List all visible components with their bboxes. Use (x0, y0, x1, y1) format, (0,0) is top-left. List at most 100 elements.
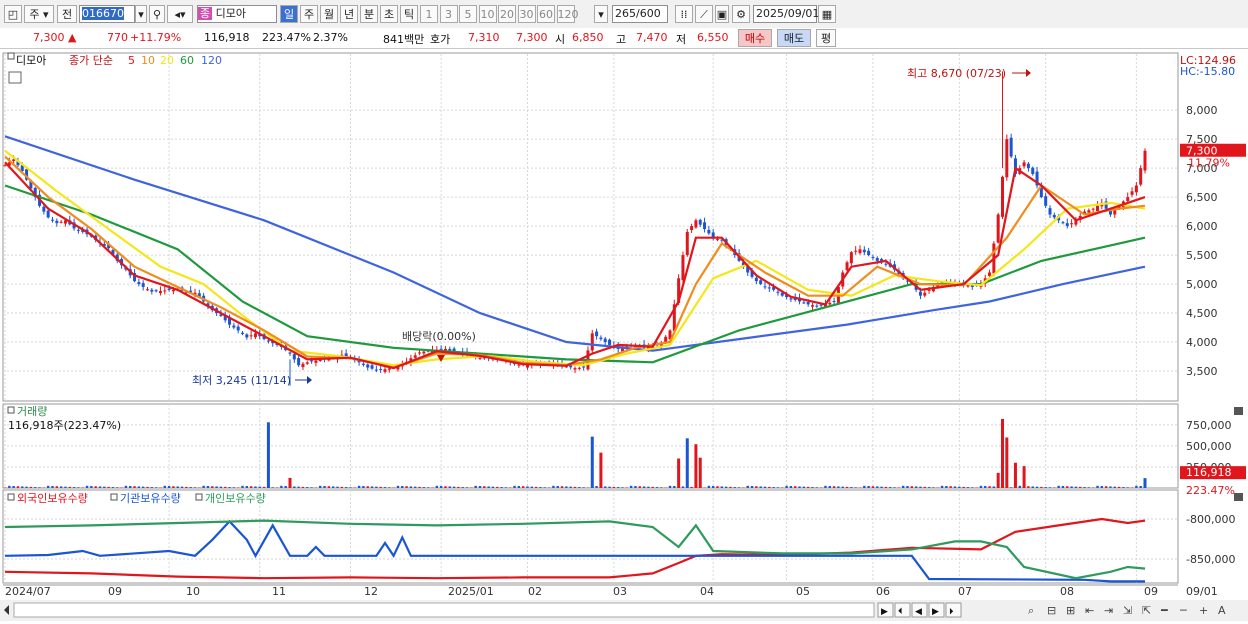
volume-bar (1074, 486, 1078, 488)
volume-bar (129, 486, 132, 488)
period-3[interactable]: 년 (340, 5, 358, 23)
volume-bar (426, 487, 430, 488)
volume-bar (1009, 487, 1013, 488)
prev-button[interactable]: 전 (57, 5, 77, 23)
volume-bar (660, 487, 663, 488)
volume-bar (897, 487, 901, 488)
volume-bar (863, 485, 866, 488)
code-input[interactable]: 016670 (79, 5, 135, 23)
stock-name-field[interactable]: 종 디모아 (197, 5, 277, 23)
search-icon[interactable]: ⚲ (149, 5, 165, 23)
interval-1[interactable]: 1 (420, 5, 438, 23)
volume-title: 거래량 (17, 405, 47, 418)
market-select[interactable]: 주 ▾ (24, 5, 54, 23)
volume-bar (1109, 486, 1112, 488)
volume-bar (314, 487, 318, 488)
candle-body (966, 285, 970, 287)
candle-body (163, 290, 167, 292)
volume-bar (422, 487, 426, 488)
candle-body (154, 290, 158, 292)
interval-120[interactable]: 120 (556, 5, 579, 23)
volume-bar (189, 487, 192, 488)
volume-bar (664, 487, 667, 488)
volume-bar (647, 486, 650, 488)
volume-bar (802, 486, 806, 488)
interval-30[interactable]: 30 (517, 5, 536, 23)
toolbar: ◰ 주 ▾ 전 016670 ▾ ⚲ ◂▾ 종 디모아 일주월년분초틱 1351… (0, 0, 1248, 29)
volume-bar (3, 487, 7, 488)
buy-button[interactable]: 매수 (738, 29, 772, 47)
interval-60[interactable]: 60 (537, 5, 555, 23)
interval-dropdown-icon[interactable]: ▾ (594, 5, 608, 23)
candle-body (42, 206, 46, 212)
volume-bar (975, 487, 978, 488)
interval-20[interactable]: 20 (498, 5, 516, 23)
volume-bar (1126, 487, 1129, 488)
volume-bar (534, 486, 538, 488)
volume-bar (401, 486, 404, 488)
volume-bar (275, 487, 279, 488)
volume-bar (172, 486, 175, 488)
candle-body (590, 333, 594, 351)
save-icon[interactable]: ▣ (715, 5, 729, 23)
interval-10[interactable]: 10 (478, 5, 497, 23)
period-1[interactable]: 주 (300, 5, 318, 23)
volume-bar (141, 486, 145, 488)
zoom-tool-icon: ⇥ (1104, 604, 1113, 617)
candle-body (849, 252, 853, 264)
candle-body (137, 282, 141, 285)
volume-bar (509, 487, 512, 488)
x-axis-label: 03 (613, 585, 627, 598)
code-dropdown-icon[interactable]: ▾ (135, 5, 147, 23)
volume-bar (621, 487, 624, 488)
speaker-icon[interactable]: ◂▾ (167, 5, 193, 23)
eval-button[interactable]: 평 (816, 29, 836, 47)
price-tick-label: 8,000 (1186, 104, 1218, 117)
period-5[interactable]: 초 (380, 5, 398, 23)
volume-bar (932, 487, 935, 488)
volume-bar (349, 487, 352, 488)
candle-body (871, 256, 875, 258)
code-text: 016670 (82, 7, 124, 20)
gear-icon[interactable]: ⚙ (732, 5, 750, 23)
volume-bar (107, 486, 110, 488)
volume-bar (1053, 487, 1056, 488)
period-2[interactable]: 월 (320, 5, 338, 23)
candle-body (716, 239, 719, 241)
draw-line-icon[interactable]: ⟋ (695, 5, 713, 23)
calendar-icon[interactable]: ▦ (818, 5, 836, 23)
volume-bar (496, 486, 499, 488)
volume-bar (867, 486, 870, 488)
volume-bar (224, 486, 227, 488)
candle-body (318, 360, 322, 362)
volume-bar (521, 486, 525, 488)
volume-bar (906, 486, 909, 488)
candle-body (1134, 185, 1138, 193)
sell-button[interactable]: 매도 (777, 29, 811, 47)
period-0[interactable]: 일 (280, 5, 298, 23)
volume-bar (919, 486, 922, 488)
investor-legend-2: 개인보유수량 (205, 492, 266, 505)
candle-body (776, 291, 780, 293)
chart-type-icon[interactable]: ⁞⁞ (675, 5, 693, 23)
interval-5[interactable]: 5 (459, 5, 477, 23)
count-field[interactable]: 265/600 (612, 5, 668, 23)
window-menu-icon[interactable]: ◰ (4, 5, 22, 23)
x-axis-label: 09/01 (1186, 585, 1218, 598)
candle-body (1113, 210, 1117, 215)
stock-chart[interactable]: 3,5004,0004,5005,0005,5006,0006,5007,000… (0, 50, 1248, 621)
volume-bar (832, 486, 836, 488)
volume-bar (837, 486, 840, 488)
candle-body (573, 368, 577, 370)
high-label: 고 (616, 33, 627, 46)
volume-bar (405, 486, 408, 488)
period-4[interactable]: 분 (360, 5, 378, 23)
interval-3[interactable]: 3 (439, 5, 458, 23)
date-field[interactable]: 2025/09/01 (753, 5, 819, 23)
candle-body (1061, 222, 1065, 224)
volume-bar (871, 486, 875, 488)
volume-bar (953, 486, 957, 488)
volume-bar (841, 486, 844, 488)
period-6[interactable]: 틱 (400, 5, 418, 23)
volume-bar (729, 486, 732, 488)
